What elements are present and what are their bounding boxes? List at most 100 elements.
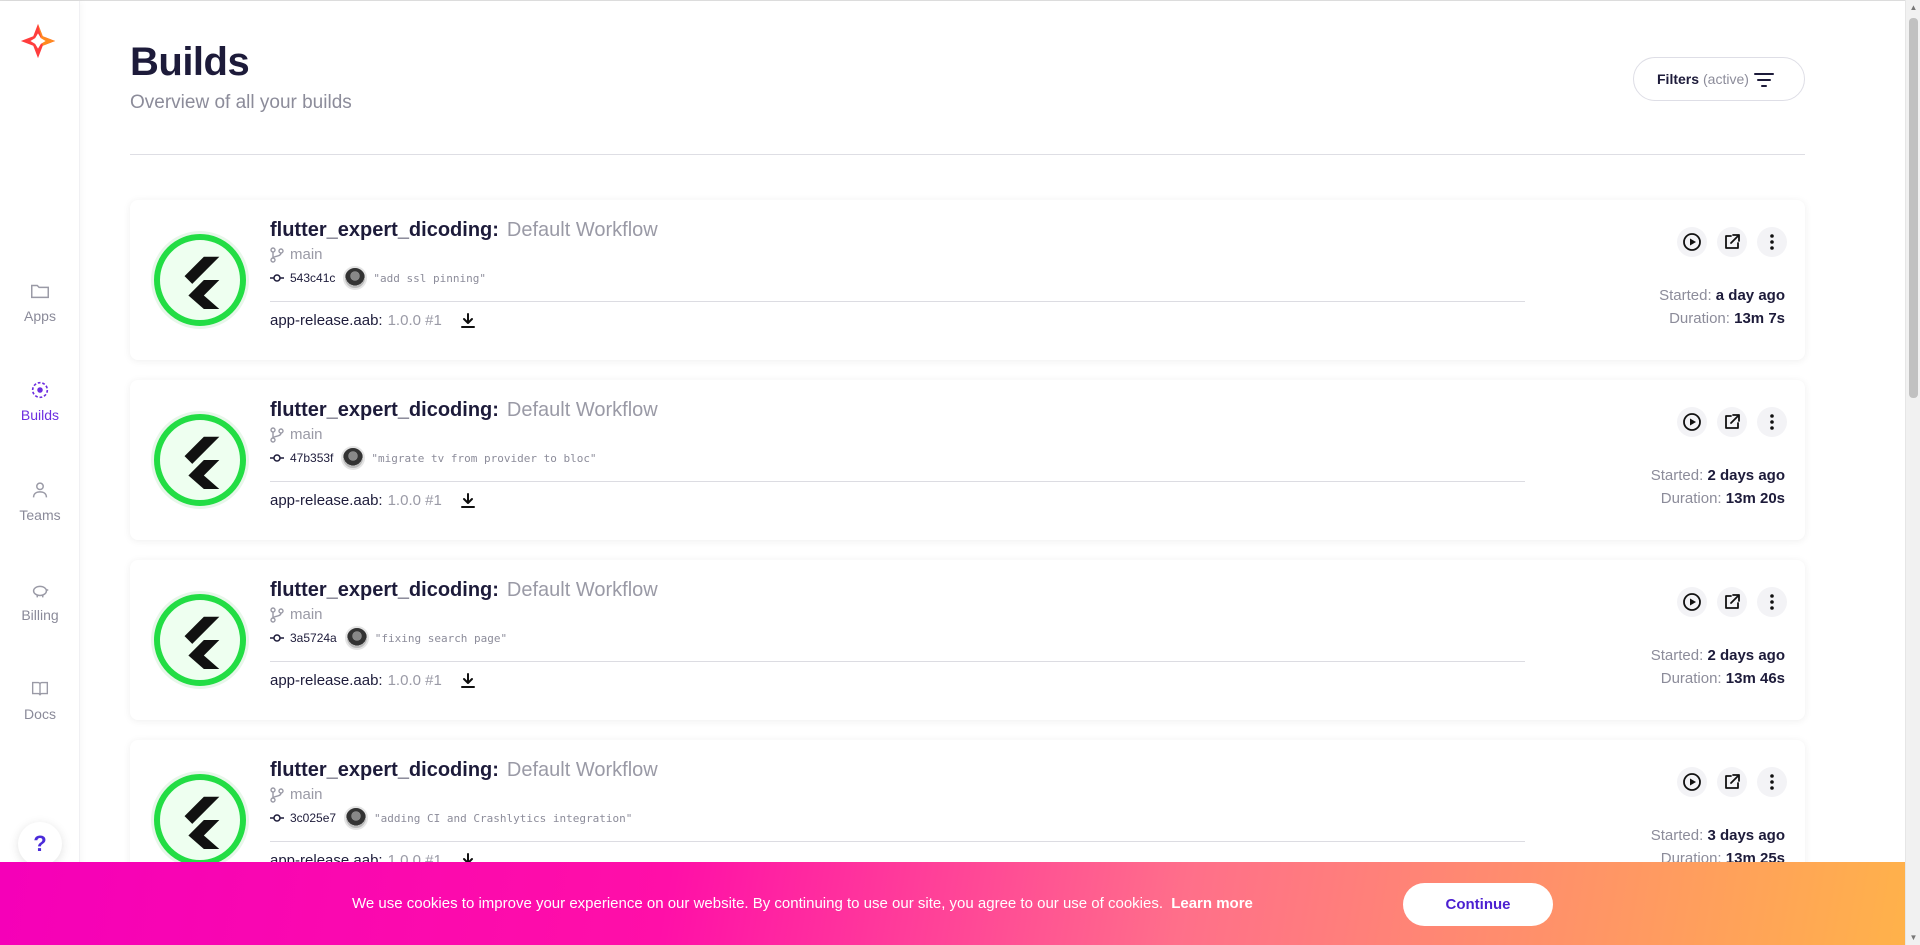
- started-label: Started:: [1650, 647, 1704, 664]
- artifact-name: app-release.aab:: [270, 672, 383, 689]
- artifact-version: 1.0.0 #1: [387, 492, 442, 509]
- more-options-button[interactable]: [1757, 767, 1787, 797]
- external-link-icon: [1725, 594, 1740, 609]
- build-title[interactable]: flutter_expert_dicoding: Default Workflow: [270, 219, 658, 242]
- open-build-button[interactable]: [1717, 767, 1747, 797]
- scroll-thumb[interactable]: [1909, 18, 1918, 398]
- git-commit-icon: [270, 814, 284, 822]
- external-link-icon: [1725, 774, 1740, 789]
- more-options-button[interactable]: [1757, 227, 1787, 257]
- commit-hash[interactable]: 3a5724a: [290, 631, 337, 645]
- artifact-version: 1.0.0 #1: [387, 672, 442, 689]
- rebuild-button[interactable]: [1677, 227, 1707, 257]
- duration-value: 13m 46s: [1725, 670, 1785, 687]
- build-meta: Started: 2 days ago Duration: 13m 46s: [1651, 644, 1785, 690]
- app-status-icon: [154, 414, 246, 506]
- open-build-button[interactable]: [1717, 407, 1747, 437]
- card-divider: [270, 481, 1525, 482]
- kebab-menu-icon: [1770, 774, 1774, 790]
- filters-state: (active): [1703, 71, 1749, 87]
- sidebar-item-teams[interactable]: Teams: [0, 479, 80, 549]
- commit-hash[interactable]: 543c41c: [290, 271, 335, 285]
- git-commit-icon: [270, 274, 284, 282]
- card-actions: [1677, 227, 1787, 257]
- page-title: Builds: [130, 40, 250, 84]
- started-value: a day ago: [1715, 287, 1785, 304]
- avatar: [344, 626, 369, 650]
- branch-name: main: [290, 606, 323, 623]
- download-icon[interactable]: [460, 672, 476, 689]
- commit-message: "adding CI and Crashlytics integration": [374, 811, 633, 825]
- builds-icon: [31, 381, 49, 399]
- sidebar-item-docs[interactable]: Docs: [0, 678, 80, 748]
- more-options-button[interactable]: [1757, 587, 1787, 617]
- build-title[interactable]: flutter_expert_dicoding: Default Workflow: [270, 399, 658, 422]
- learn-more-link[interactable]: Learn more: [1171, 895, 1253, 912]
- sidebar-item-builds[interactable]: Builds: [0, 379, 80, 449]
- play-icon: [1683, 233, 1701, 251]
- build-card[interactable]: flutter_expert_dicoding: Default Workflow…: [130, 380, 1805, 540]
- started-label: Started:: [1659, 287, 1712, 304]
- commit-row: 3c025e7 "adding CI and Crashlytics integ…: [270, 806, 632, 830]
- help-button[interactable]: ?: [18, 822, 62, 866]
- filters-button[interactable]: Filters (active): [1633, 57, 1805, 101]
- branch-row: main: [270, 606, 323, 623]
- app-status-icon: [154, 234, 246, 326]
- artifact-row: app-release.aab: 1.0.0 #1: [270, 312, 476, 329]
- rebuild-button[interactable]: [1677, 407, 1707, 437]
- build-title[interactable]: flutter_expert_dicoding: Default Workflow: [270, 759, 658, 782]
- started-row: Started: 2 days ago: [1651, 644, 1785, 667]
- rebuild-button[interactable]: [1677, 767, 1707, 797]
- download-icon[interactable]: [460, 492, 476, 509]
- person-icon: [32, 482, 48, 498]
- page-subtitle: Overview of all your builds: [130, 92, 352, 113]
- flutter-logo-icon: [184, 796, 220, 849]
- open-build-button[interactable]: [1717, 227, 1747, 257]
- play-icon: [1683, 593, 1701, 611]
- sidebar-item-billing[interactable]: Billing: [0, 579, 80, 649]
- build-title[interactable]: flutter_expert_dicoding: Default Workflow: [270, 579, 658, 602]
- external-link-icon: [1725, 234, 1740, 249]
- workflow-name: Default Workflow: [506, 219, 658, 241]
- duration-label: Duration:: [1660, 490, 1722, 507]
- sidebar-item-label: Billing: [21, 607, 59, 623]
- duration-label: Duration:: [1660, 670, 1722, 687]
- avatar: [341, 446, 366, 470]
- build-card[interactable]: flutter_expert_dicoding: Default Workflow…: [130, 200, 1805, 360]
- continue-button[interactable]: Continue: [1403, 883, 1553, 926]
- open-build-button[interactable]: [1717, 587, 1747, 617]
- commit-hash[interactable]: 47b353f: [290, 451, 333, 465]
- flutter-logo-icon: [184, 436, 220, 489]
- branch-row: main: [270, 786, 323, 803]
- artifact-row: app-release.aab: 1.0.0 #1: [270, 492, 476, 509]
- card-divider: [270, 301, 1525, 302]
- kebab-menu-icon: [1770, 414, 1774, 430]
- filters-label: Filters: [1657, 71, 1700, 87]
- app-status-icon: [154, 594, 246, 686]
- scroll-down-icon[interactable]: ▼: [1909, 933, 1918, 942]
- more-options-button[interactable]: [1757, 407, 1787, 437]
- commit-hash[interactable]: 3c025e7: [290, 811, 336, 825]
- filter-icon: [1754, 73, 1774, 87]
- scrollbar[interactable]: ▲ ▼: [1905, 0, 1920, 945]
- build-card[interactable]: flutter_expert_dicoding: Default Workflow…: [130, 560, 1805, 720]
- codemagic-logo-icon[interactable]: [19, 22, 57, 60]
- builds-list: flutter_expert_dicoding: Default Workflow…: [130, 200, 1805, 920]
- artifact-name: app-release.aab:: [270, 492, 383, 509]
- git-branch-icon: [270, 246, 284, 263]
- scroll-up-icon[interactable]: ▲: [1909, 3, 1918, 12]
- duration-value: 13m 20s: [1725, 490, 1785, 507]
- piggy-bank-icon: [32, 585, 49, 598]
- app-name: flutter_expert_dicoding:: [270, 399, 499, 421]
- header-divider: [130, 154, 1805, 155]
- rebuild-button[interactable]: [1677, 587, 1707, 617]
- artifact-name: app-release.aab:: [270, 312, 383, 329]
- sidebar-item-apps[interactable]: Apps: [0, 280, 80, 350]
- external-link-icon: [1725, 414, 1740, 429]
- sidebar-item-label: Builds: [20, 407, 60, 423]
- kebab-menu-icon: [1770, 594, 1774, 610]
- started-label: Started:: [1650, 827, 1704, 844]
- download-icon[interactable]: [460, 312, 476, 329]
- play-icon: [1683, 413, 1701, 431]
- app-name: flutter_expert_dicoding:: [270, 579, 499, 601]
